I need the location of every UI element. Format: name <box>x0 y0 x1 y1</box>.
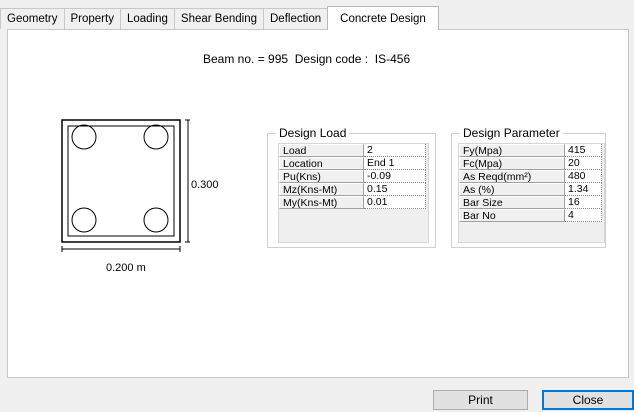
table-row: Location End 1 <box>279 157 428 170</box>
row-name: As Reqd(mm²) <box>459 170 565 183</box>
design-parameter-group: Design Parameter Fy(Mpa) 415 Fc(Mpa) 20 … <box>451 126 606 248</box>
row-name: Bar No <box>459 209 565 222</box>
design-parameter-title: Design Parameter <box>460 126 563 140</box>
row-value[interactable]: 480 <box>565 170 602 183</box>
row-name: Bar Size <box>459 196 565 209</box>
table-row: Bar Size 16 <box>459 196 604 209</box>
rebar-top-left <box>71 124 97 150</box>
table-row: Fy(Mpa) 415 <box>459 144 604 157</box>
section-outer <box>61 119 181 243</box>
row-name: Location <box>279 157 364 170</box>
tab-deflection[interactable]: Deflection <box>263 8 329 29</box>
tab-geometry[interactable]: Geometry <box>0 8 65 29</box>
row-value[interactable]: 20 <box>565 157 602 170</box>
row-value[interactable]: 415 <box>565 144 602 157</box>
row-name: My(Kns-Mt) <box>279 196 364 209</box>
table-row: Fc(Mpa) 20 <box>459 157 604 170</box>
tab-property[interactable]: Property <box>63 8 121 29</box>
design-load-grid: Load 2 Location End 1 Pu(Kns) -0.09 Mz(K… <box>278 143 429 243</box>
design-load-title: Design Load <box>276 126 350 140</box>
beam-info-label: Beam no. = 995 Design code : IS-456 <box>203 52 411 66</box>
tab-strip: Geometry Property Loading Shear Bending … <box>0 6 439 30</box>
row-value[interactable]: 1.34 <box>565 183 602 196</box>
close-button[interactable]: Close <box>542 390 634 410</box>
row-name: As (%) <box>459 183 565 196</box>
design-load-group: Design Load Load 2 Location End 1 Pu(Kns… <box>267 126 436 248</box>
row-value[interactable]: -0.09 <box>364 170 426 183</box>
row-value[interactable]: 16 <box>565 196 602 209</box>
table-row: My(Kns-Mt) 0.01 <box>279 196 428 209</box>
width-label: 0.200 m <box>106 262 146 274</box>
table-row: As Reqd(mm²) 480 <box>459 170 604 183</box>
tab-shear-bending[interactable]: Shear Bending <box>173 8 264 29</box>
rebar-bottom-left <box>71 207 97 233</box>
row-name: Load <box>279 144 364 157</box>
table-row: Mz(Kns-Mt) 0.15 <box>279 183 428 196</box>
row-name: Pu(Kns) <box>279 170 364 183</box>
row-name: Fc(Mpa) <box>459 157 565 170</box>
row-value[interactable]: 2 <box>364 144 426 157</box>
print-button[interactable]: Print <box>433 390 528 410</box>
table-row: Pu(Kns) -0.09 <box>279 170 428 183</box>
section-inner <box>67 125 175 237</box>
design-parameter-grid: Fy(Mpa) 415 Fc(Mpa) 20 As Reqd(mm²) 480 … <box>458 143 605 243</box>
rebar-top-right <box>143 124 169 150</box>
beam-section-drawing <box>61 119 190 252</box>
table-row: Load 2 <box>279 144 428 157</box>
table-row: Bar No 4 <box>459 209 604 222</box>
table-row: As (%) 1.34 <box>459 183 604 196</box>
row-value[interactable]: 0.15 <box>364 183 426 196</box>
tab-loading[interactable]: Loading <box>119 8 175 29</box>
tab-concrete-design[interactable]: Concrete Design <box>327 6 439 30</box>
rebar-bottom-right <box>143 207 169 233</box>
row-name: Mz(Kns-Mt) <box>279 183 364 196</box>
row-name: Fy(Mpa) <box>459 144 565 157</box>
row-value[interactable]: End 1 <box>364 157 426 170</box>
row-value[interactable]: 4 <box>565 209 602 222</box>
depth-label: 0.300 <box>191 179 219 191</box>
row-value[interactable]: 0.01 <box>364 196 426 209</box>
